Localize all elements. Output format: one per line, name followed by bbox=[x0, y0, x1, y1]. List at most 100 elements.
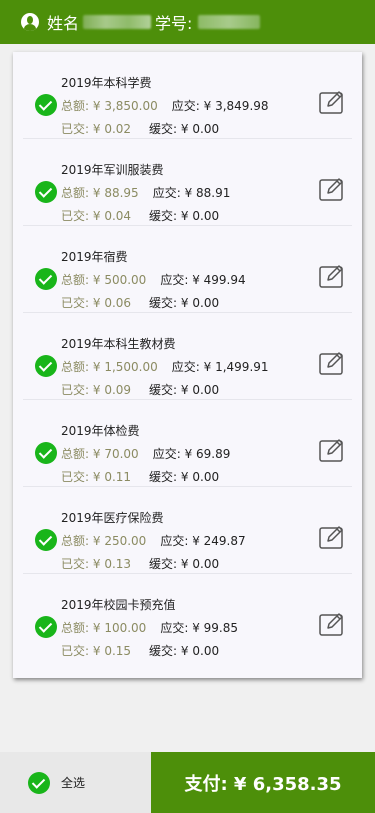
fee-item: 2019年医疗保险费 总额: ¥ 250.00 应交: ¥ 249.87 已交: … bbox=[23, 487, 352, 574]
due-amount: ¥ 99.85 bbox=[192, 621, 238, 635]
due-amount: ¥ 69.89 bbox=[184, 447, 231, 461]
total-label: 总额: bbox=[61, 447, 90, 461]
fee-status: 已交: ¥ 0.09 缓交: ¥ 0.00 bbox=[61, 381, 219, 398]
redacted-name bbox=[83, 15, 152, 29]
check-circle-icon[interactable] bbox=[35, 529, 57, 551]
check-circle-icon[interactable] bbox=[35, 268, 57, 290]
fee-amounts: 总额: ¥ 88.95 应交: ¥ 88.91 bbox=[61, 184, 230, 201]
fee-name: 2019年军训服装费 bbox=[61, 163, 164, 177]
fee-status: 已交: ¥ 0.13 缓交: ¥ 0.00 bbox=[61, 555, 219, 572]
due-amount: ¥ 249.87 bbox=[192, 534, 246, 548]
deferred-label: 缓交: bbox=[149, 644, 178, 658]
due-label: 应交: bbox=[152, 186, 181, 200]
deferred-amount: ¥ 0.00 bbox=[180, 209, 220, 223]
due-label: 应交: bbox=[171, 99, 200, 113]
deferred-label: 缓交: bbox=[149, 383, 178, 397]
fee-status: 已交: ¥ 0.02 缓交: ¥ 0.00 bbox=[61, 120, 219, 137]
edit-icon[interactable] bbox=[319, 525, 345, 549]
fee-item: 2019年体检费 总额: ¥ 70.00 应交: ¥ 69.89 已交: ¥ 0.… bbox=[23, 400, 352, 487]
fee-list-card: 2019年本科学费 总额: ¥ 3,850.00 应交: ¥ 3,849.98 已… bbox=[13, 52, 362, 678]
deferred-amount: ¥ 0.00 bbox=[180, 644, 220, 658]
fee-item: 2019年本科学费 总额: ¥ 3,850.00 应交: ¥ 3,849.98 已… bbox=[23, 52, 352, 139]
paid-amount: ¥ 0.11 bbox=[92, 470, 132, 484]
edit-icon[interactable] bbox=[319, 351, 345, 375]
total-amount: ¥ 100.00 bbox=[92, 621, 147, 635]
fee-amounts: 总额: ¥ 70.00 应交: ¥ 69.89 bbox=[61, 445, 230, 462]
due-label: 应交: bbox=[160, 621, 189, 635]
deferred-label: 缓交: bbox=[149, 296, 178, 310]
total-amount: ¥ 88.95 bbox=[92, 186, 139, 200]
fee-amounts: 总额: ¥ 100.00 应交: ¥ 99.85 bbox=[61, 619, 238, 636]
pay-button[interactable]: 支付: ¥ 6,358.35 bbox=[151, 752, 375, 813]
fee-name: 2019年体检费 bbox=[61, 424, 140, 438]
fee-status: 已交: ¥ 0.06 缓交: ¥ 0.00 bbox=[61, 294, 219, 311]
total-label: 总额: bbox=[61, 273, 90, 287]
deferred-amount: ¥ 0.00 bbox=[180, 383, 220, 397]
due-amount: ¥ 499.94 bbox=[192, 273, 246, 287]
paid-label: 已交: bbox=[61, 296, 90, 310]
name-label: 姓名 bbox=[47, 14, 80, 33]
deferred-amount: ¥ 0.00 bbox=[180, 470, 220, 484]
due-amount: ¥ 3,849.98 bbox=[203, 99, 269, 113]
fee-status: 已交: ¥ 0.15 缓交: ¥ 0.00 bbox=[61, 642, 219, 659]
paid-label: 已交: bbox=[61, 470, 90, 484]
paid-amount: ¥ 0.15 bbox=[92, 644, 132, 658]
deferred-label: 缓交: bbox=[149, 557, 178, 571]
deferred-amount: ¥ 0.00 bbox=[180, 557, 220, 571]
fee-name: 2019年本科学费 bbox=[61, 76, 152, 90]
total-label: 总额: bbox=[61, 186, 90, 200]
due-label: 应交: bbox=[160, 273, 189, 287]
paid-label: 已交: bbox=[61, 557, 90, 571]
fee-amounts: 总额: ¥ 500.00 应交: ¥ 499.94 bbox=[61, 271, 246, 288]
fee-item: 2019年宿费 总额: ¥ 500.00 应交: ¥ 499.94 已交: ¥ 0… bbox=[23, 226, 352, 313]
check-circle-icon[interactable] bbox=[35, 355, 57, 377]
deferred-amount: ¥ 0.00 bbox=[180, 122, 220, 136]
fee-name: 2019年医疗保险费 bbox=[61, 511, 164, 525]
paid-amount: ¥ 0.13 bbox=[92, 557, 132, 571]
check-circle-icon[interactable] bbox=[35, 181, 57, 203]
redacted-student-id bbox=[198, 15, 261, 29]
select-all-label: 全选 bbox=[61, 776, 86, 790]
deferred-label: 缓交: bbox=[149, 122, 178, 136]
paid-label: 已交: bbox=[61, 644, 90, 658]
check-circle-icon[interactable] bbox=[35, 94, 57, 116]
paid-amount: ¥ 0.02 bbox=[92, 122, 132, 136]
check-circle-icon[interactable] bbox=[28, 771, 50, 794]
avatar-icon bbox=[21, 13, 39, 31]
fee-status: 已交: ¥ 0.11 缓交: ¥ 0.00 bbox=[61, 468, 219, 485]
pay-label: 支付: ¥ 6,358.35 bbox=[184, 773, 342, 795]
edit-icon[interactable] bbox=[319, 612, 345, 636]
fee-item: 2019年军训服装费 总额: ¥ 88.95 应交: ¥ 88.91 已交: ¥ … bbox=[23, 139, 352, 226]
check-circle-icon[interactable] bbox=[35, 442, 57, 464]
total-amount: ¥ 3,850.00 bbox=[92, 99, 158, 113]
fee-name: 2019年宿费 bbox=[61, 250, 128, 264]
total-label: 总额: bbox=[61, 621, 90, 635]
deferred-amount: ¥ 0.00 bbox=[180, 296, 220, 310]
edit-icon[interactable] bbox=[319, 264, 345, 288]
fee-status: 已交: ¥ 0.04 缓交: ¥ 0.00 bbox=[61, 207, 219, 224]
fee-item: 2019年本科生教材费 总额: ¥ 1,500.00 应交: ¥ 1,499.91… bbox=[23, 313, 352, 400]
deferred-label: 缓交: bbox=[149, 470, 178, 484]
app-header: 姓名 学号: bbox=[0, 0, 375, 44]
total-label: 总额: bbox=[61, 99, 90, 113]
user-info: 姓名 学号: bbox=[47, 10, 261, 34]
fee-name: 2019年本科生教材费 bbox=[61, 337, 176, 351]
total-label: 总额: bbox=[61, 360, 90, 374]
total-label: 总额: bbox=[61, 534, 90, 548]
check-circle-icon[interactable] bbox=[35, 616, 57, 638]
edit-icon[interactable] bbox=[319, 438, 345, 462]
fee-name: 2019年校园卡预充值 bbox=[61, 598, 176, 612]
edit-icon[interactable] bbox=[319, 177, 345, 201]
deferred-label: 缓交: bbox=[149, 209, 178, 223]
total-amount: ¥ 1,500.00 bbox=[92, 360, 158, 374]
due-label: 应交: bbox=[152, 447, 181, 461]
paid-amount: ¥ 0.04 bbox=[92, 209, 132, 223]
select-all-button[interactable]: 全选 bbox=[0, 752, 151, 813]
paid-amount: ¥ 0.06 bbox=[92, 296, 132, 310]
fee-amounts: 总额: ¥ 3,850.00 应交: ¥ 3,849.98 bbox=[61, 97, 269, 114]
student-id-label: 学号: bbox=[155, 14, 193, 33]
paid-amount: ¥ 0.09 bbox=[92, 383, 132, 397]
due-amount: ¥ 88.91 bbox=[184, 186, 231, 200]
edit-icon[interactable] bbox=[319, 90, 345, 114]
due-amount: ¥ 1,499.91 bbox=[203, 360, 269, 374]
